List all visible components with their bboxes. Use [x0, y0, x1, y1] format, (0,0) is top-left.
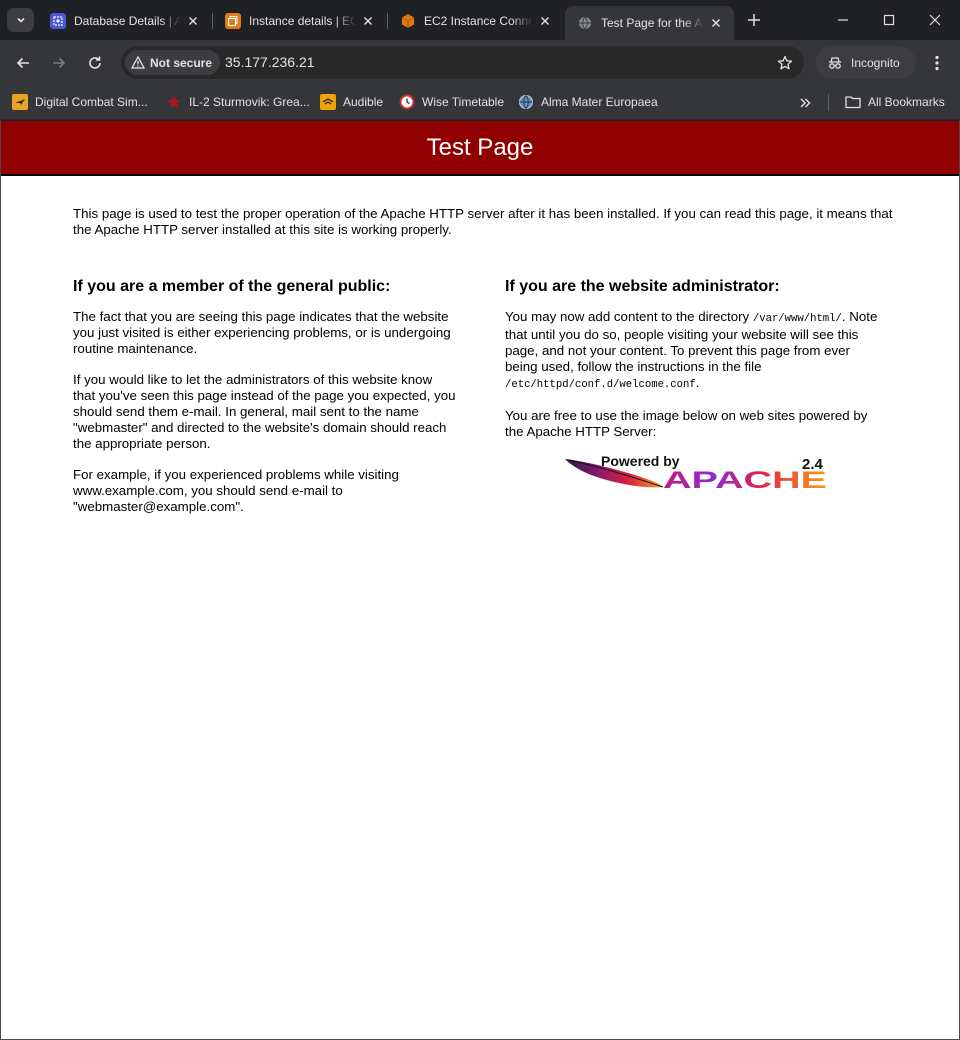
page-banner: Test Page: [1, 121, 959, 176]
tab-title: Database Details | Aurora and RDS: [74, 14, 181, 28]
maximize-button[interactable]: [866, 0, 912, 40]
forward-button[interactable]: [45, 49, 73, 77]
bookmark-label: Audible: [343, 95, 384, 109]
admin-text: .: [695, 375, 700, 390]
rds-icon: [50, 13, 66, 29]
public-section: If you are a member of the general publi…: [73, 277, 458, 530]
bookmark-star-button[interactable]: [775, 53, 795, 73]
bookmark-label: IL-2 Sturmovik: Grea...: [189, 95, 310, 109]
close-icon[interactable]: [360, 13, 376, 29]
tab-search-button[interactable]: [7, 8, 34, 32]
close-icon[interactable]: [185, 13, 201, 29]
welcome-conf-path: /etc/httpd/conf.d/welcome.conf: [505, 379, 696, 391]
arrow-right-icon: [53, 57, 66, 69]
bookmarks-separator: [828, 94, 829, 111]
tab-instance-details[interactable]: Instance details | EC2: [213, 6, 386, 36]
admin-section: If you are the website administrator: Yo…: [505, 277, 885, 455]
globe-icon: [518, 94, 534, 110]
security-label: Not secure: [150, 55, 213, 70]
close-icon[interactable]: [537, 13, 553, 29]
red-star-icon: [166, 94, 182, 110]
bookmarks-overflow-button[interactable]: [795, 93, 815, 113]
browser-toolbar: Not secure 35.177.236.21 Incognito: [0, 40, 960, 85]
admin-paragraph-2: You are free to use the image below on w…: [505, 408, 868, 439]
tab-title: Test Page for the Apache HTTP Server: [601, 16, 704, 30]
close-icon[interactable]: [708, 15, 724, 31]
plane-icon: [12, 94, 28, 110]
tab-database-details[interactable]: Database Details | Aurora and RDS: [38, 6, 211, 36]
audible-icon: [320, 94, 336, 110]
double-chevron-right-icon: [800, 98, 811, 108]
profile-label: Incognito: [851, 55, 900, 70]
back-button[interactable]: [9, 49, 37, 77]
incognito-profile-button[interactable]: Incognito: [816, 46, 916, 79]
bookmark-audible[interactable]: Audible: [320, 92, 383, 112]
browser-menu-button[interactable]: [924, 49, 950, 77]
reload-icon: [89, 56, 101, 69]
bookmark-label: Alma Mater Europaea: [541, 95, 658, 109]
arrow-left-icon: [16, 57, 29, 69]
public-paragraph-3: For example, if you experienced problems…: [73, 467, 399, 514]
close-icon: [929, 14, 941, 26]
close-window-button[interactable]: [912, 0, 958, 40]
admin-heading: If you are the website administrator:: [505, 278, 780, 295]
warning-icon: [131, 56, 145, 69]
page-viewport: Test Page This page is used to test the …: [1, 121, 959, 1039]
incognito-icon: [829, 56, 841, 69]
bookmark-label: Wise Timetable: [422, 95, 505, 109]
ec2-icon: [225, 13, 241, 29]
more-vert-icon: [935, 55, 939, 71]
plus-icon: [748, 14, 760, 26]
folder-icon: [845, 94, 861, 110]
bookmarks-bar: Digital Combat Sim... IL-2 Sturmovik: Gr…: [0, 85, 960, 120]
minimize-icon: [838, 19, 848, 21]
chevron-down-icon: [16, 17, 25, 23]
admin-paragraph-1: You may now add content to the directory…: [505, 309, 885, 393]
url-text[interactable]: 35.177.236.21: [225, 54, 315, 70]
public-paragraph-2: If you would like to let the administrat…: [73, 372, 456, 451]
bookmark-il2[interactable]: IL-2 Sturmovik: Grea...: [166, 92, 310, 112]
all-bookmarks-label: All Bookmarks: [868, 95, 945, 109]
star-icon: [777, 55, 793, 70]
maximize-icon: [883, 14, 895, 26]
page-title: Test Page: [426, 133, 534, 161]
address-bar[interactable]: Not secure 35.177.236.21: [121, 46, 804, 79]
minimize-button[interactable]: [820, 0, 866, 40]
tab-ec2-instance-connect[interactable]: EC2 Instance Connect: [388, 6, 563, 36]
tab-strip: Database Details | Aurora and RDS Instan…: [0, 0, 960, 40]
tab-title: EC2 Instance Connect: [424, 14, 533, 28]
tab-title: Instance details | EC2: [249, 14, 356, 28]
new-tab-button[interactable]: [742, 8, 766, 32]
public-paragraph-1: The fact that you are seeing this page i…: [73, 309, 451, 356]
clock-icon: [399, 94, 415, 110]
bookmark-wise-timetable[interactable]: Wise Timetable: [399, 92, 504, 112]
bookmark-digital-combat[interactable]: Digital Combat Sim...: [12, 92, 148, 112]
reload-button[interactable]: [81, 49, 109, 77]
bookmark-label: Digital Combat Sim...: [35, 95, 148, 109]
cube-icon: [400, 13, 416, 29]
public-heading: If you are a member of the general publi…: [73, 278, 391, 295]
all-bookmarks-button[interactable]: All Bookmarks: [845, 92, 945, 112]
intro-paragraph: This page is used to test the proper ope…: [73, 206, 893, 237]
apache-version: 2.4: [802, 456, 824, 473]
tab-test-page[interactable]: Test Page for the Apache HTTP Server: [565, 6, 734, 40]
admin-text: You may now add content to the directory: [505, 309, 753, 324]
globe-icon: [577, 15, 593, 31]
powered-by-apache-logo: Powered by APACHE 2.4: [565, 453, 827, 494]
docroot-path: /var/www/html/: [752, 313, 842, 325]
bookmark-alma-mater[interactable]: Alma Mater Europaea: [518, 92, 658, 112]
security-indicator[interactable]: Not secure: [125, 50, 221, 75]
